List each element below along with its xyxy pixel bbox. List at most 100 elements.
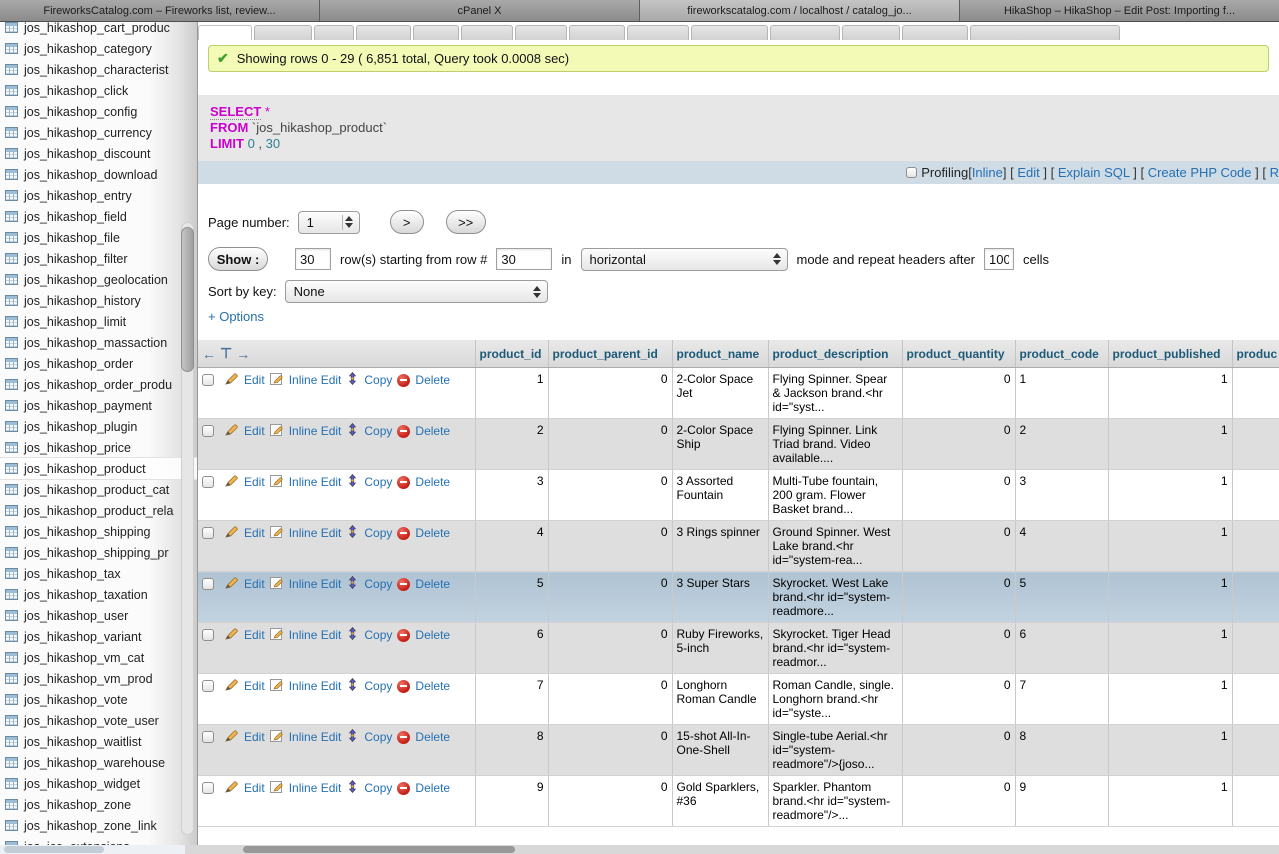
pma-tab-stub-3[interactable]	[356, 25, 411, 40]
sidebar-item-jos_hikashop_vote_user[interactable]: jos_hikashop_vote_user	[0, 710, 197, 731]
pma-tab-stub-13[interactable]	[970, 25, 1120, 40]
column-header-product-id[interactable]: product_id	[475, 340, 548, 368]
sidebar-item-jos_hikashop_order[interactable]: jos_hikashop_order	[0, 353, 197, 374]
sidebar-item-jos_hikashop_limit[interactable]: jos_hikashop_limit	[0, 311, 197, 332]
delete-link[interactable]: Delete	[415, 679, 450, 693]
query-link-create-php-code[interactable]: Create PHP Code	[1148, 165, 1252, 180]
sidebar-item-jos_hikashop_cart_produc[interactable]: jos_hikashop_cart_produc	[0, 22, 197, 38]
copy-link[interactable]: Copy	[364, 730, 392, 744]
sidebar-item-jos_hikashop_category[interactable]: jos_hikashop_category	[0, 38, 197, 59]
pma-tab-stub-12[interactable]	[902, 25, 968, 40]
sidebar-item-jos_hikashop_variant[interactable]: jos_hikashop_variant	[0, 626, 197, 647]
pma-tab-stub-5[interactable]	[461, 25, 513, 40]
sidebar-item-jos_hikashop_product_rela[interactable]: jos_hikashop_product_rela	[0, 500, 197, 521]
sidebar-item-jos_hikashop_taxation[interactable]: jos_hikashop_taxation	[0, 584, 197, 605]
pma-tab-stub-9[interactable]	[691, 25, 768, 40]
edit-link[interactable]: Edit	[244, 475, 265, 489]
start-row-input[interactable]	[496, 248, 552, 270]
copy-link[interactable]: Copy	[364, 628, 392, 642]
browser-tab-1[interactable]: cPanel X	[320, 0, 640, 21]
row-checkbox[interactable]	[202, 578, 214, 590]
inline-edit-link[interactable]: Inline Edit	[289, 628, 342, 642]
sidebar-item-jos_hikashop_config[interactable]: jos_hikashop_config	[0, 101, 197, 122]
copy-link[interactable]: Copy	[364, 526, 392, 540]
edit-link[interactable]: Edit	[244, 577, 265, 591]
inline-edit-link[interactable]: Inline Edit	[289, 526, 342, 540]
sidebar-item-jos_hikashop_shipping[interactable]: jos_hikashop_shipping	[0, 521, 197, 542]
page-number-select[interactable]: 1	[298, 211, 360, 234]
sidebar-item-jos_hikashop_plugin[interactable]: jos_hikashop_plugin	[0, 416, 197, 437]
pma-tab-stub-10[interactable]	[770, 25, 840, 40]
copy-link[interactable]: Copy	[364, 577, 392, 591]
delete-link[interactable]: Delete	[415, 781, 450, 795]
main-hscrollbar-thumb[interactable]	[243, 846, 515, 853]
pma-tab-stub-1[interactable]	[254, 25, 312, 40]
sidebar-item-jos_hikashop_characterist[interactable]: jos_hikashop_characterist	[0, 59, 197, 80]
query-link-edit[interactable]: Edit	[1017, 165, 1039, 180]
delete-link[interactable]: Delete	[415, 577, 450, 591]
pma-tab-stub-4[interactable]	[413, 25, 459, 40]
edit-link[interactable]: Edit	[244, 373, 265, 387]
main-hscrollbar-track[interactable]	[185, 845, 1279, 854]
sidebar-item-jos_hikashop_payment[interactable]: jos_hikashop_payment	[0, 395, 197, 416]
sidebar-item-jos_hikashop_waitlist[interactable]: jos_hikashop_waitlist	[0, 731, 197, 752]
inline-edit-link[interactable]: Inline Edit	[289, 577, 342, 591]
column-header-product-published[interactable]: product_published	[1108, 340, 1232, 368]
browser-tab-2[interactable]: fireworkscatalog.com / localhost / catal…	[640, 0, 960, 21]
query-link-inline[interactable]: Inline	[972, 165, 1003, 180]
query-link-explain-sql[interactable]: Explain SQL	[1058, 165, 1130, 180]
sidebar-hscrollbar-thumb[interactable]	[4, 846, 104, 853]
column-header-product-cut[interactable]: produc	[1232, 340, 1279, 368]
inline-edit-link[interactable]: Inline Edit	[289, 781, 342, 795]
row-checkbox[interactable]	[202, 629, 214, 641]
sidebar-item-jos_hikashop_entry[interactable]: jos_hikashop_entry	[0, 185, 197, 206]
show-button[interactable]: Show :	[208, 247, 268, 271]
inline-edit-link[interactable]: Inline Edit	[289, 730, 342, 744]
next-page-button[interactable]: >	[390, 210, 424, 234]
column-header-product-code[interactable]: product_code	[1015, 340, 1108, 368]
options-toggle-link[interactable]: + Options	[208, 309, 264, 324]
row-checkbox[interactable]	[202, 527, 214, 539]
sidebar-item-jos_hikashop_click[interactable]: jos_hikashop_click	[0, 80, 197, 101]
sidebar-item-jos_hikashop_vote[interactable]: jos_hikashop_vote	[0, 689, 197, 710]
sidebar-item-jos_hikashop_warehouse[interactable]: jos_hikashop_warehouse	[0, 752, 197, 773]
row-checkbox[interactable]	[202, 476, 214, 488]
copy-link[interactable]: Copy	[364, 475, 392, 489]
sidebar-item-jos_ice_extensions[interactable]: jos_ice_extensions	[0, 836, 197, 845]
row-checkbox[interactable]	[202, 374, 214, 386]
delete-link[interactable]: Delete	[415, 628, 450, 642]
last-page-button[interactable]: >>	[446, 210, 486, 234]
edit-link[interactable]: Edit	[244, 526, 265, 540]
sidebar-item-jos_hikashop_zone[interactable]: jos_hikashop_zone	[0, 794, 197, 815]
browser-tab-3[interactable]: HikaShop – HikaShop – Edit Post: Importi…	[960, 0, 1279, 21]
sidebar-item-jos_hikashop_user[interactable]: jos_hikashop_user	[0, 605, 197, 626]
edit-link[interactable]: Edit	[244, 628, 265, 642]
row-checkbox[interactable]	[202, 782, 214, 794]
edit-link[interactable]: Edit	[244, 730, 265, 744]
inline-edit-link[interactable]: Inline Edit	[289, 679, 342, 693]
inline-edit-link[interactable]: Inline Edit	[289, 475, 342, 489]
sidebar-item-jos_hikashop_vm_prod[interactable]: jos_hikashop_vm_prod	[0, 668, 197, 689]
sidebar-item-jos_hikashop_vm_cat[interactable]: jos_hikashop_vm_cat	[0, 647, 197, 668]
sidebar-item-jos_hikashop_field[interactable]: jos_hikashop_field	[0, 206, 197, 227]
pma-tab-stub-11[interactable]	[842, 25, 900, 40]
pma-tab-stub-6[interactable]	[515, 25, 567, 40]
column-header-product-parent-id[interactable]: product_parent_id	[548, 340, 672, 368]
query-link-r[interactable]: R	[1270, 165, 1279, 180]
sidebar-item-jos_hikashop_product[interactable]: jos_hikashop_product	[0, 458, 197, 479]
column-header-product-description[interactable]: product_description	[768, 340, 902, 368]
repeat-headers-input[interactable]	[984, 248, 1014, 270]
sidebar-item-jos_hikashop_shipping_pr[interactable]: jos_hikashop_shipping_pr	[0, 542, 197, 563]
sidebar-item-jos_hikashop_download[interactable]: jos_hikashop_download	[0, 164, 197, 185]
pma-tab-stub-0[interactable]	[198, 25, 252, 40]
edit-link[interactable]: Edit	[244, 424, 265, 438]
nav-right-arrow-icon[interactable]: →	[236, 346, 250, 362]
copy-link[interactable]: Copy	[364, 781, 392, 795]
browser-tab-0[interactable]: FireworksCatalog.com – Fireworks list, r…	[0, 0, 320, 21]
sidebar-item-jos_hikashop_currency[interactable]: jos_hikashop_currency	[0, 122, 197, 143]
copy-link[interactable]: Copy	[364, 424, 392, 438]
sidebar-item-jos_hikashop_order_produ[interactable]: jos_hikashop_order_produ	[0, 374, 197, 395]
sidebar-item-jos_hikashop_massaction[interactable]: jos_hikashop_massaction	[0, 332, 197, 353]
edit-link[interactable]: Edit	[244, 679, 265, 693]
inline-edit-link[interactable]: Inline Edit	[289, 373, 342, 387]
